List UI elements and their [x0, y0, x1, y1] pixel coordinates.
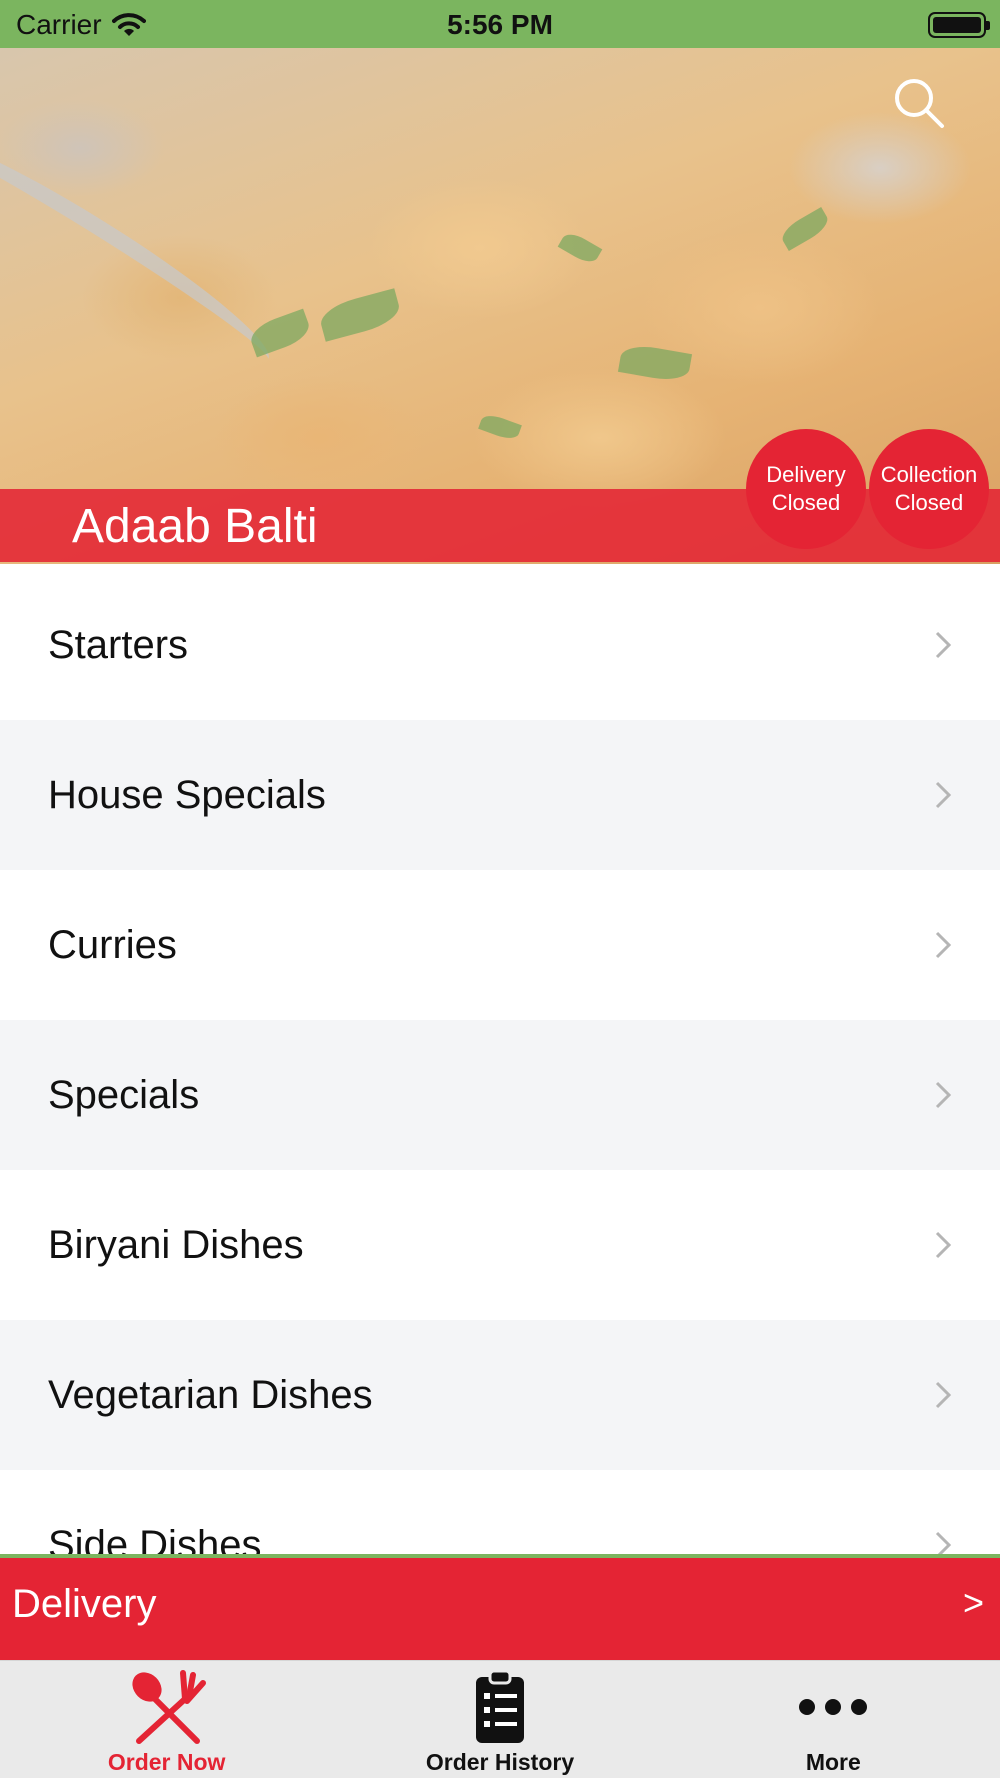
menu-item-label: Biryani Dishes — [48, 1222, 304, 1267]
chevron-right-icon — [935, 1381, 952, 1409]
menu-item-label: House Specials — [48, 772, 326, 817]
delivery-status-badge: Delivery Closed — [746, 429, 866, 549]
tab-label: More — [805, 1749, 861, 1775]
menu-item-curries[interactable]: Curries — [0, 870, 1000, 1020]
order-type-bar[interactable]: Delivery > — [0, 1554, 1000, 1660]
menu-item-label: Starters — [48, 622, 189, 667]
herb-decoration — [478, 411, 522, 443]
chevron-right-icon — [935, 1081, 952, 1109]
tab-bar: Order Now Order History More — [0, 1660, 1000, 1778]
chevron-right-icon — [935, 781, 952, 809]
herb-decoration — [316, 288, 404, 342]
delivery-status-label: Delivery — [766, 462, 846, 487]
order-type-arrow: > — [962, 1582, 984, 1623]
clipboard-icon — [460, 1669, 540, 1745]
fork-knife-icon — [127, 1669, 207, 1745]
tab-more[interactable]: More — [667, 1661, 1000, 1778]
menu-item-specials[interactable]: Specials — [0, 1020, 1000, 1170]
menu-item-biryani-dishes[interactable]: Biryani Dishes — [0, 1170, 1000, 1320]
restaurant-name: Adaab Balti — [72, 500, 318, 553]
herb-decoration — [617, 342, 693, 384]
delivery-status-value: Closed — [771, 490, 841, 515]
collection-status-label: Collection — [880, 462, 978, 487]
status-bar: Carrier 5:56 PM — [0, 0, 1000, 48]
menu-item-side-dishes[interactable]: Side Dishes — [0, 1470, 1000, 1555]
tab-label: Order Now — [107, 1749, 226, 1775]
herb-decoration — [246, 308, 314, 358]
more-dots-icon — [793, 1669, 873, 1745]
hero-banner: Adaab Balti Delivery Closed Collection C… — [0, 48, 1000, 564]
battery-icon — [928, 12, 990, 38]
collection-status-badge: Collection Closed — [869, 429, 989, 549]
menu-category-list[interactable]: Starters House Specials Curries Specials… — [0, 570, 1000, 1555]
menu-item-label: Side Dishes — [48, 1522, 262, 1556]
menu-item-label: Specials — [48, 1072, 200, 1117]
tab-order-history[interactable]: Order History — [333, 1661, 666, 1778]
tab-order-now[interactable]: Order Now — [0, 1661, 333, 1778]
herb-decoration — [557, 229, 603, 267]
collection-status-value: Closed — [894, 490, 964, 515]
chevron-right-icon — [935, 1231, 952, 1259]
menu-item-starters[interactable]: Starters — [0, 570, 1000, 720]
tab-label: Order History — [425, 1749, 575, 1775]
clock: 5:56 PM — [447, 9, 553, 40]
menu-item-label: Curries — [48, 922, 177, 967]
menu-item-label: Vegetarian Dishes — [48, 1372, 373, 1417]
spoon-decoration — [0, 111, 284, 385]
chevron-right-icon — [935, 631, 952, 659]
menu-item-house-specials[interactable]: House Specials — [0, 720, 1000, 870]
search-icon[interactable] — [892, 76, 946, 130]
chevron-right-icon — [935, 1531, 952, 1555]
order-type-label: Delivery — [12, 1582, 157, 1626]
chevron-right-icon — [935, 931, 952, 959]
menu-item-vegetarian-dishes[interactable]: Vegetarian Dishes — [0, 1320, 1000, 1470]
herb-decoration — [777, 206, 833, 252]
